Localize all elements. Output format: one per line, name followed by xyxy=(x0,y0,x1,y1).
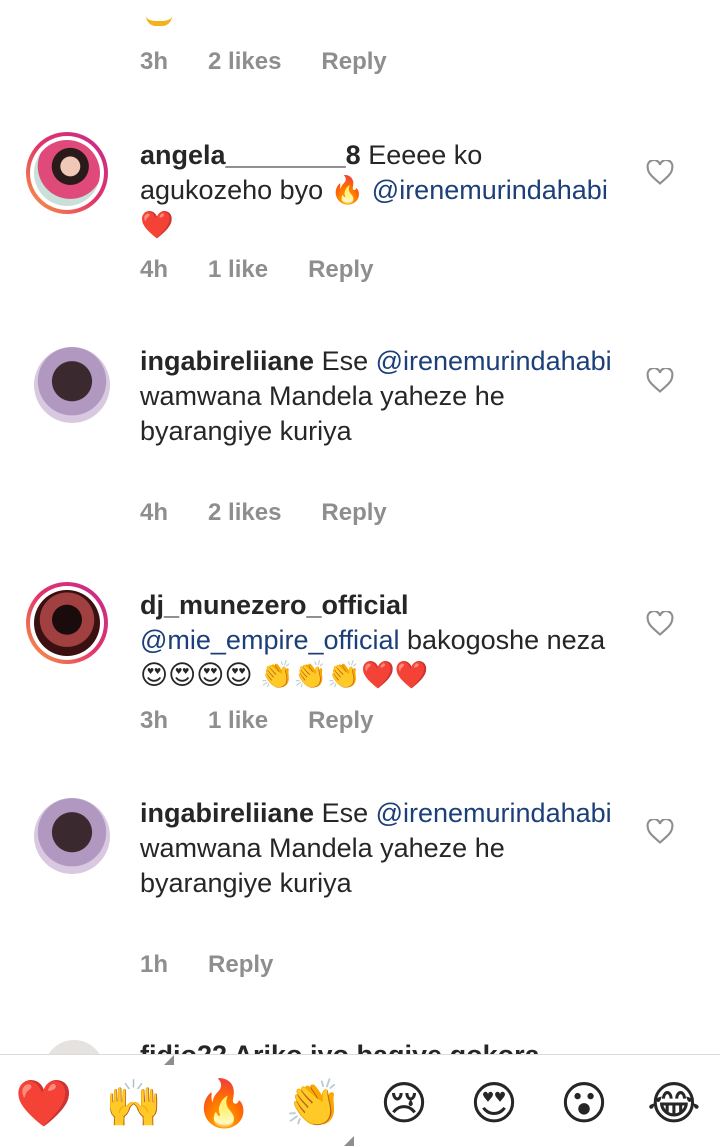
comment-likes[interactable]: 2 likes xyxy=(208,499,281,527)
emoji-fragment xyxy=(146,16,172,26)
mention-link[interactable]: @irenemurindahabi xyxy=(376,798,612,828)
avatar[interactable] xyxy=(34,798,110,874)
comment-username[interactable]: dj_munezero_official xyxy=(140,590,409,620)
like-heart-icon[interactable] xyxy=(646,819,674,845)
emoji-reaction-bar: ❤️ 🙌 🔥 👏 😢 😍 😮 😂 xyxy=(0,1054,720,1148)
red-heart-icon[interactable]: ❤️ xyxy=(14,1075,74,1131)
reply-button[interactable]: Reply xyxy=(308,707,373,735)
reply-button[interactable]: Reply xyxy=(321,48,386,76)
comment-username[interactable]: angela________8 xyxy=(140,140,361,170)
fire-icon[interactable]: 🔥 xyxy=(194,1075,254,1131)
heart-eyes-icon[interactable]: 😍 xyxy=(464,1075,524,1131)
mention-link[interactable]: @irenemurindahabi xyxy=(376,346,612,376)
comment-meta: 1h Reply xyxy=(140,951,313,979)
comment-time: 4h xyxy=(140,256,169,283)
comment-meta: 4h 1 like Reply xyxy=(140,256,413,284)
avatar[interactable] xyxy=(26,582,108,664)
reply-button[interactable]: Reply xyxy=(321,499,386,527)
like-heart-icon[interactable] xyxy=(646,368,674,394)
mention-link[interactable]: @mie_empire_official xyxy=(140,625,400,655)
like-heart-icon[interactable] xyxy=(646,611,674,637)
raising-hands-icon[interactable]: 🙌 xyxy=(104,1075,164,1131)
crying-face-icon[interactable]: 😢 xyxy=(374,1075,434,1131)
comment-likes[interactable]: 2 likes xyxy=(208,48,281,76)
comment-text: ingabireliiane Ese @irenemurindahabi wam… xyxy=(140,798,612,898)
comment-username[interactable]: ingabireliiane xyxy=(140,346,314,376)
comment-time: 3h xyxy=(140,707,169,734)
clapping-hands-icon[interactable]: 👏 xyxy=(284,1075,344,1131)
avatar[interactable] xyxy=(26,132,108,214)
comment-time: 3h xyxy=(140,48,169,75)
reply-button[interactable]: Reply xyxy=(208,951,273,979)
scroll-indicator-icon xyxy=(344,1136,354,1146)
mention-link[interactable]: @irenemurindahabi xyxy=(372,175,608,205)
scroll-indicator-icon xyxy=(164,1055,174,1065)
comment-time: 1h xyxy=(140,951,169,978)
comment-text: angela________8 Eeeee ko agukozeho byo 🔥… xyxy=(140,140,608,240)
comment-likes[interactable]: 1 like xyxy=(208,256,268,284)
reply-button[interactable]: Reply xyxy=(308,256,373,284)
like-heart-icon[interactable] xyxy=(646,160,674,186)
comment-time: 4h xyxy=(140,499,169,526)
comment-meta: 3h 2 likes Reply xyxy=(140,48,427,76)
comment-text: dj_munezero_official @mie_empire_officia… xyxy=(140,590,606,690)
comment-meta: 4h 2 likes Reply xyxy=(140,499,427,527)
comment-text: ingabireliiane Ese @irenemurindahabi wam… xyxy=(140,346,612,446)
surprised-face-icon[interactable]: 😮 xyxy=(554,1075,614,1131)
comment-username[interactable]: ingabireliiane xyxy=(140,798,314,828)
comment-likes[interactable]: 1 like xyxy=(208,707,268,735)
comment-meta: 3h 1 like Reply xyxy=(140,707,413,735)
laughing-tears-icon[interactable]: 😂 xyxy=(644,1075,704,1131)
avatar[interactable] xyxy=(34,347,110,423)
